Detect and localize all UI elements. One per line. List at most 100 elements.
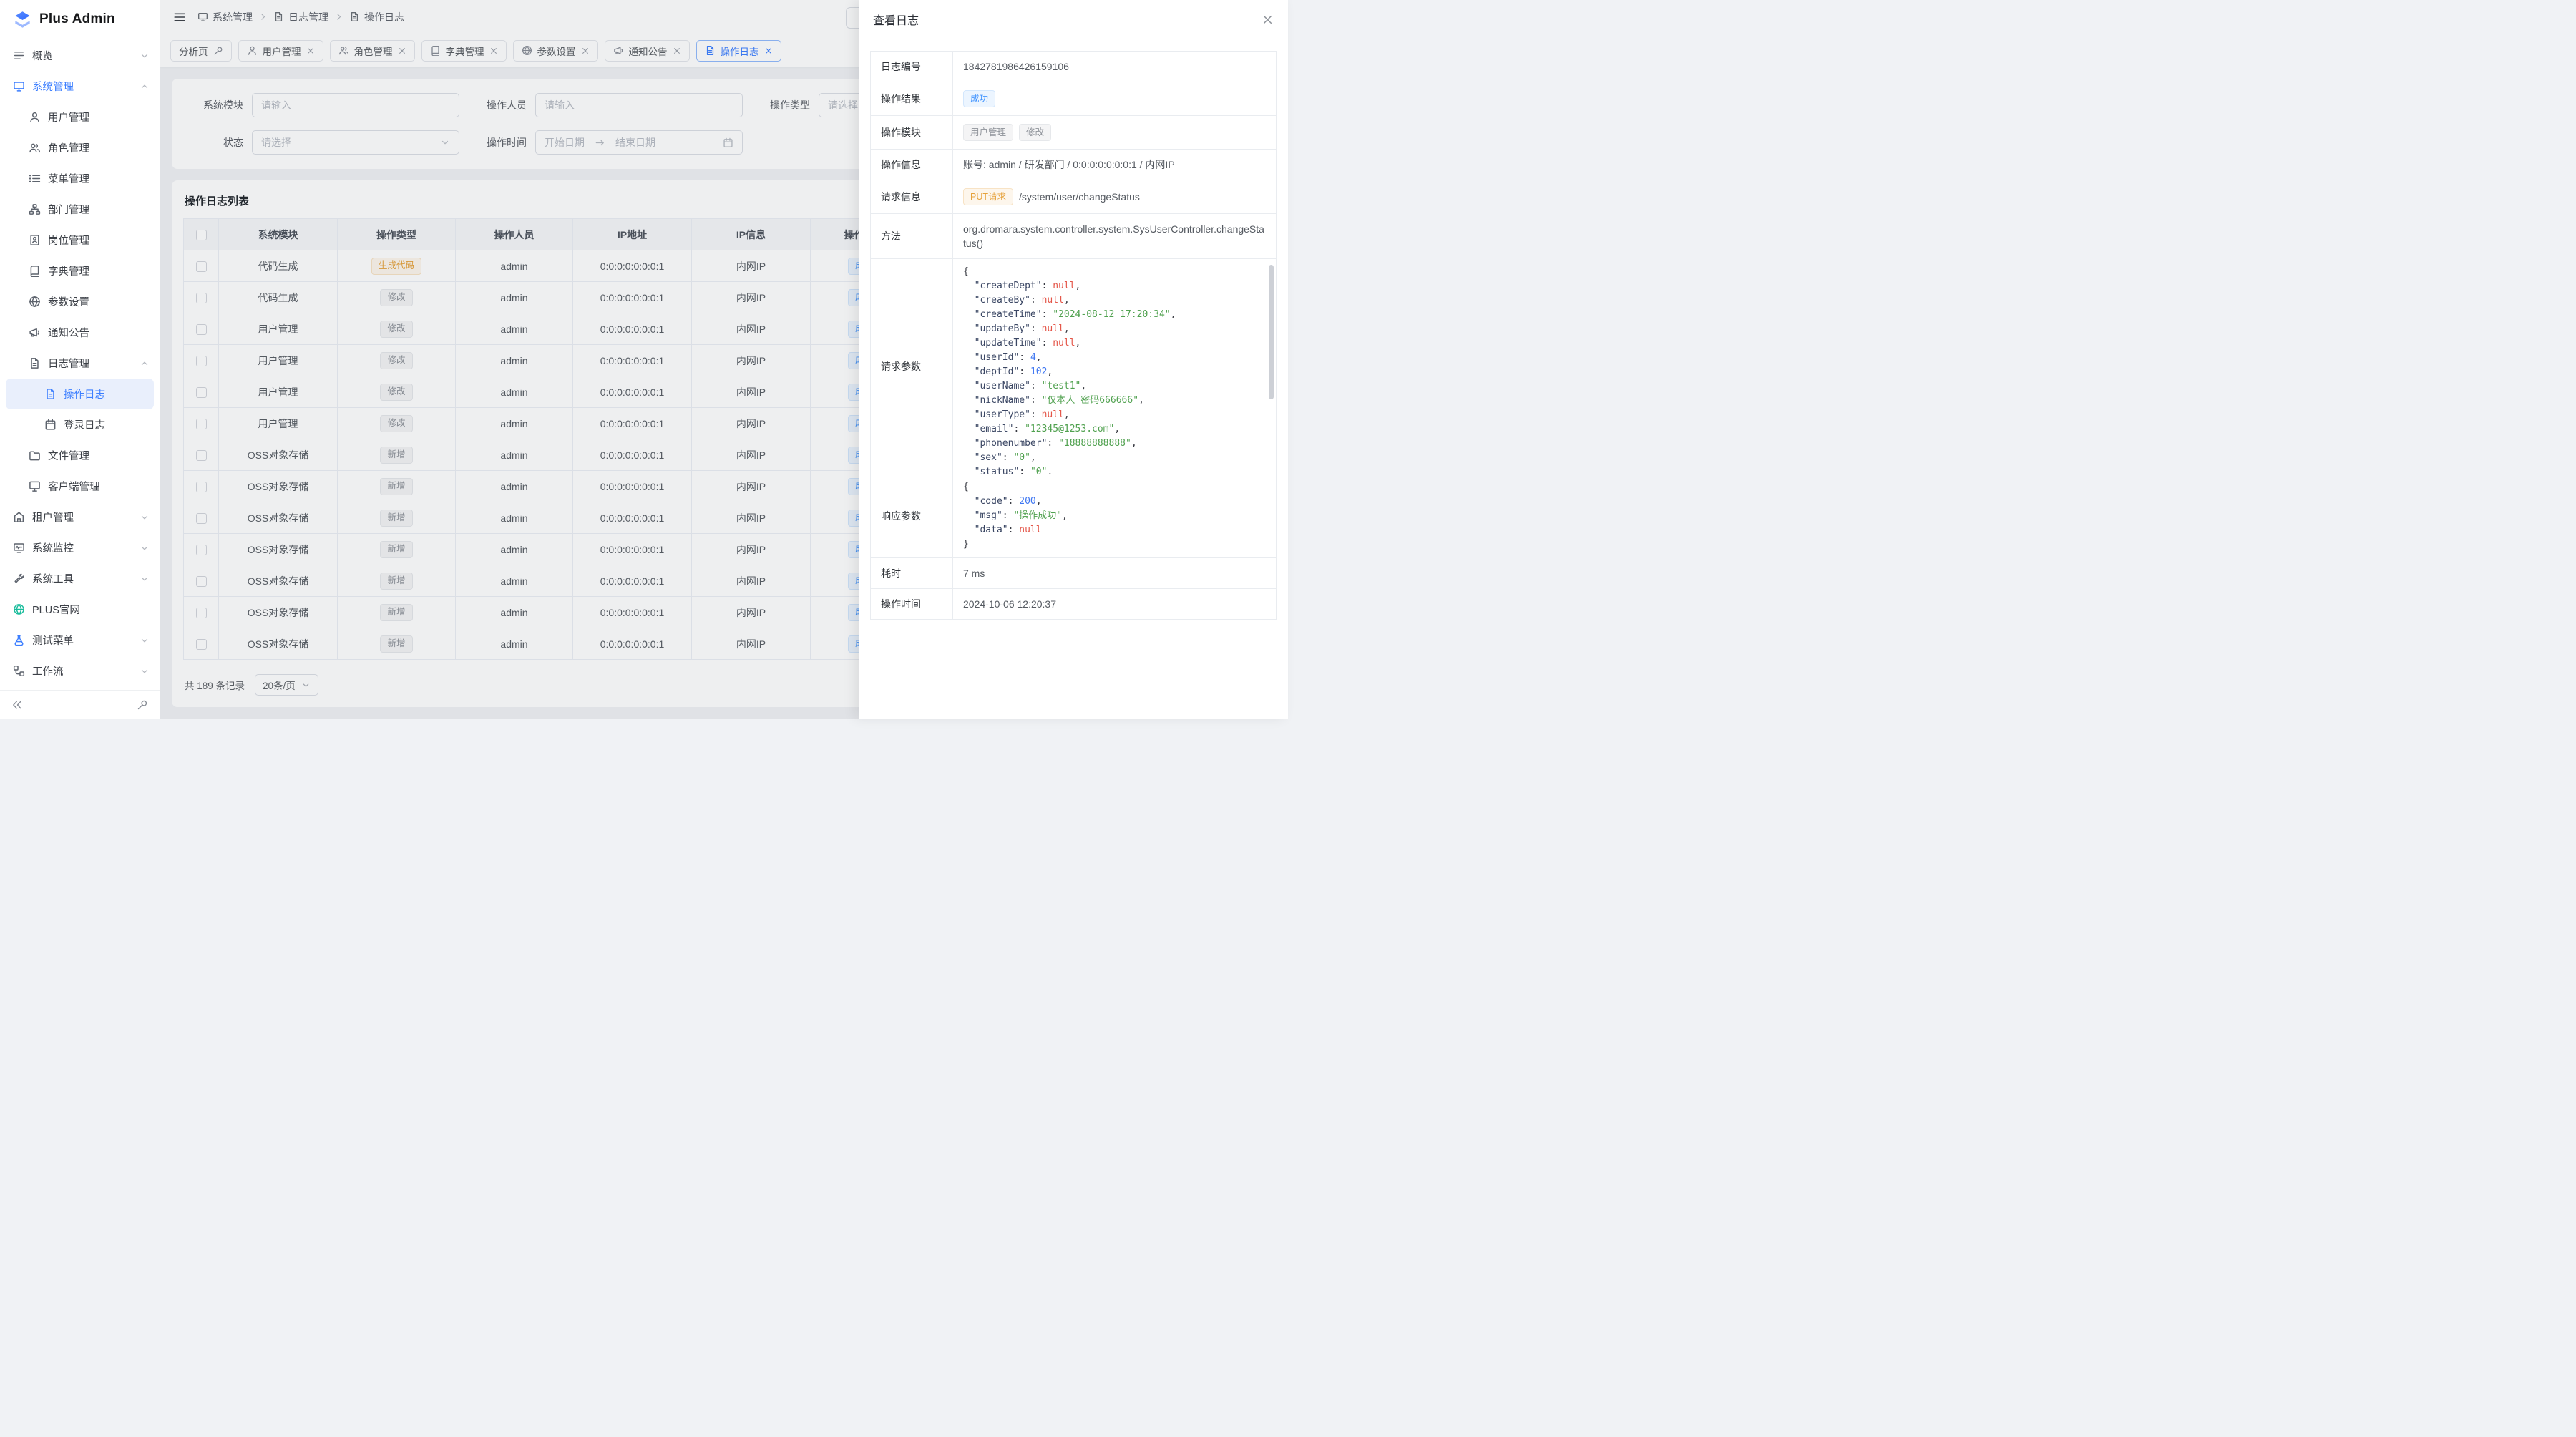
sidebar-item-plus-site[interactable]: PLUS官网: [0, 594, 160, 625]
cell-ip: 0:0:0:0:0:0:0:1: [573, 628, 692, 660]
collapse-sidebar-icon[interactable]: [11, 699, 23, 711]
breadcrumb-label: 系统管理: [213, 10, 253, 24]
sidebar-item-loginlog[interactable]: 登录日志: [0, 409, 160, 440]
close-tab-icon[interactable]: [306, 47, 315, 55]
monitor-icon: [13, 80, 25, 92]
sidebar-item-log[interactable]: 日志管理: [0, 348, 160, 379]
row-checkbox[interactable]: [196, 482, 207, 492]
megaphone-icon: [29, 326, 41, 338]
page-size-select[interactable]: 20条/页: [255, 674, 318, 696]
operator-input[interactable]: [535, 93, 743, 117]
sidebar-item-operlog[interactable]: 操作日志: [6, 379, 154, 409]
row-checkbox[interactable]: [196, 545, 207, 555]
tab-config[interactable]: 参数设置: [513, 40, 598, 62]
row-checkbox[interactable]: [196, 513, 207, 524]
sidebar-item-tenant[interactable]: 租户管理: [0, 502, 160, 532]
tab-label: 操作日志: [721, 44, 759, 58]
doc-icon: [44, 388, 57, 400]
row-checkbox[interactable]: [196, 387, 207, 398]
chevron-down-icon: [440, 137, 450, 147]
close-tab-icon[interactable]: [673, 47, 681, 55]
cell-ip: 0:0:0:0:0:0:0:1: [573, 250, 692, 282]
sidebar-item-overview[interactable]: 概览: [0, 40, 160, 71]
json-code[interactable]: { "code": 200, "msg": "操作成功", "data": nu…: [953, 474, 1276, 557]
field-label: 响应参数: [871, 474, 953, 557]
select-all-checkbox[interactable]: [196, 230, 207, 240]
drawer-title: 查看日志: [873, 11, 919, 28]
cell-module: OSS对象存储: [219, 597, 338, 628]
status-select[interactable]: 请选择: [252, 130, 459, 155]
menu-list-icon: [29, 172, 41, 185]
close-tab-icon[interactable]: [764, 47, 773, 55]
breadcrumb-item[interactable]: 系统管理: [197, 10, 253, 24]
doc-icon: [349, 11, 360, 22]
doc-icon: [29, 357, 41, 369]
table-row: OSS对象存储新增admin0:0:0:0:0:0:0:1内网IP成功: [184, 502, 918, 534]
row-checkbox[interactable]: [196, 639, 207, 650]
sidebar-item-notice[interactable]: 通知公告: [0, 317, 160, 348]
scrollbar[interactable]: [1269, 265, 1274, 399]
tab-user[interactable]: 用户管理: [238, 40, 323, 62]
close-icon[interactable]: [1262, 14, 1274, 26]
cell-module: OSS对象存储: [219, 471, 338, 502]
sidebar-item-label: PLUS官网: [32, 602, 150, 617]
row-checkbox[interactable]: [196, 608, 207, 618]
close-tab-icon[interactable]: [489, 47, 498, 55]
table-row: 用户管理修改admin0:0:0:0:0:0:0:1内网IP成功: [184, 408, 918, 439]
sidebar-item-user[interactable]: 用户管理: [0, 102, 160, 132]
tab-analysis[interactable]: 分析页: [170, 40, 232, 62]
row-checkbox[interactable]: [196, 576, 207, 587]
sidebar-item-dict[interactable]: 字典管理: [0, 255, 160, 286]
sidebar-item-system[interactable]: 系统管理: [0, 71, 160, 102]
sidebar-item-sys-tools[interactable]: 系统工具: [0, 563, 160, 594]
field-value: 账号: admin / 研发部门 / 0:0:0:0:0:0:0:1 / 内网I…: [953, 150, 1276, 180]
close-tab-icon[interactable]: [581, 47, 590, 55]
breadcrumb-item[interactable]: 操作日志: [349, 10, 404, 24]
cell-module: 代码生成: [219, 250, 338, 282]
cell-action: 新增: [338, 439, 456, 471]
arrow-right-icon: [595, 137, 605, 148]
pin-sidebar-icon[interactable]: [137, 699, 148, 711]
pin-icon[interactable]: [213, 46, 223, 56]
json-code[interactable]: { "createDept": null, "createBy": null, …: [953, 259, 1276, 474]
menu-toggle-icon[interactable]: [173, 11, 186, 24]
tab-notice[interactable]: 通知公告: [605, 40, 690, 62]
system-module-input[interactable]: [252, 93, 459, 117]
close-tab-icon[interactable]: [398, 47, 406, 55]
sidebar-item-test-menu[interactable]: 测试菜单: [0, 625, 160, 656]
sidebar-item-dept[interactable]: 部门管理: [0, 194, 160, 225]
sidebar-item-label: 字典管理: [48, 263, 150, 278]
sidebar-item-post[interactable]: 岗位管理: [0, 225, 160, 255]
cell-operator: admin: [456, 313, 573, 345]
folder-icon: [29, 449, 41, 462]
cell-operator: admin: [456, 471, 573, 502]
breadcrumb-item[interactable]: 日志管理: [273, 10, 328, 24]
row-checkbox[interactable]: [196, 419, 207, 429]
cell-action: 修改: [338, 313, 456, 345]
row-checkbox[interactable]: [196, 293, 207, 303]
sidebar-item-config[interactable]: 参数设置: [0, 286, 160, 317]
sidebar-item-workflow[interactable]: 工作流: [0, 656, 160, 686]
field-value: org.dromara.system.controller.system.Sys…: [953, 214, 1276, 258]
sidebar-item-role[interactable]: 角色管理: [0, 132, 160, 163]
sidebar-item-file[interactable]: 文件管理: [0, 440, 160, 471]
sidebar-item-client[interactable]: 客户端管理: [0, 471, 160, 502]
tab-operlog[interactable]: 操作日志: [696, 40, 781, 62]
sidebar-item-label: 岗位管理: [48, 233, 150, 248]
tab-role[interactable]: 角色管理: [330, 40, 415, 62]
sidebar-item-label: 概览: [32, 48, 140, 63]
row-checkbox[interactable]: [196, 261, 207, 272]
breadcrumb-label: 操作日志: [364, 10, 404, 24]
tab-label: 字典管理: [446, 44, 484, 58]
row-checkbox[interactable]: [196, 450, 207, 461]
sidebar-item-sys-monitor[interactable]: 系统监控: [0, 532, 160, 563]
chevron-up-icon: [140, 82, 150, 92]
detail-row: 响应参数{ "code": 200, "msg": "操作成功", "data"…: [871, 474, 1276, 558]
sidebar-item-menu[interactable]: 菜单管理: [0, 163, 160, 194]
row-checkbox[interactable]: [196, 324, 207, 335]
tab-dict[interactable]: 字典管理: [421, 40, 507, 62]
cell-module: 用户管理: [219, 313, 338, 345]
row-checkbox[interactable]: [196, 356, 207, 366]
table-row: OSS对象存储新增admin0:0:0:0:0:0:0:1内网IP成功: [184, 534, 918, 565]
operation-time-range[interactable]: 开始日期 结束日期: [535, 130, 743, 155]
